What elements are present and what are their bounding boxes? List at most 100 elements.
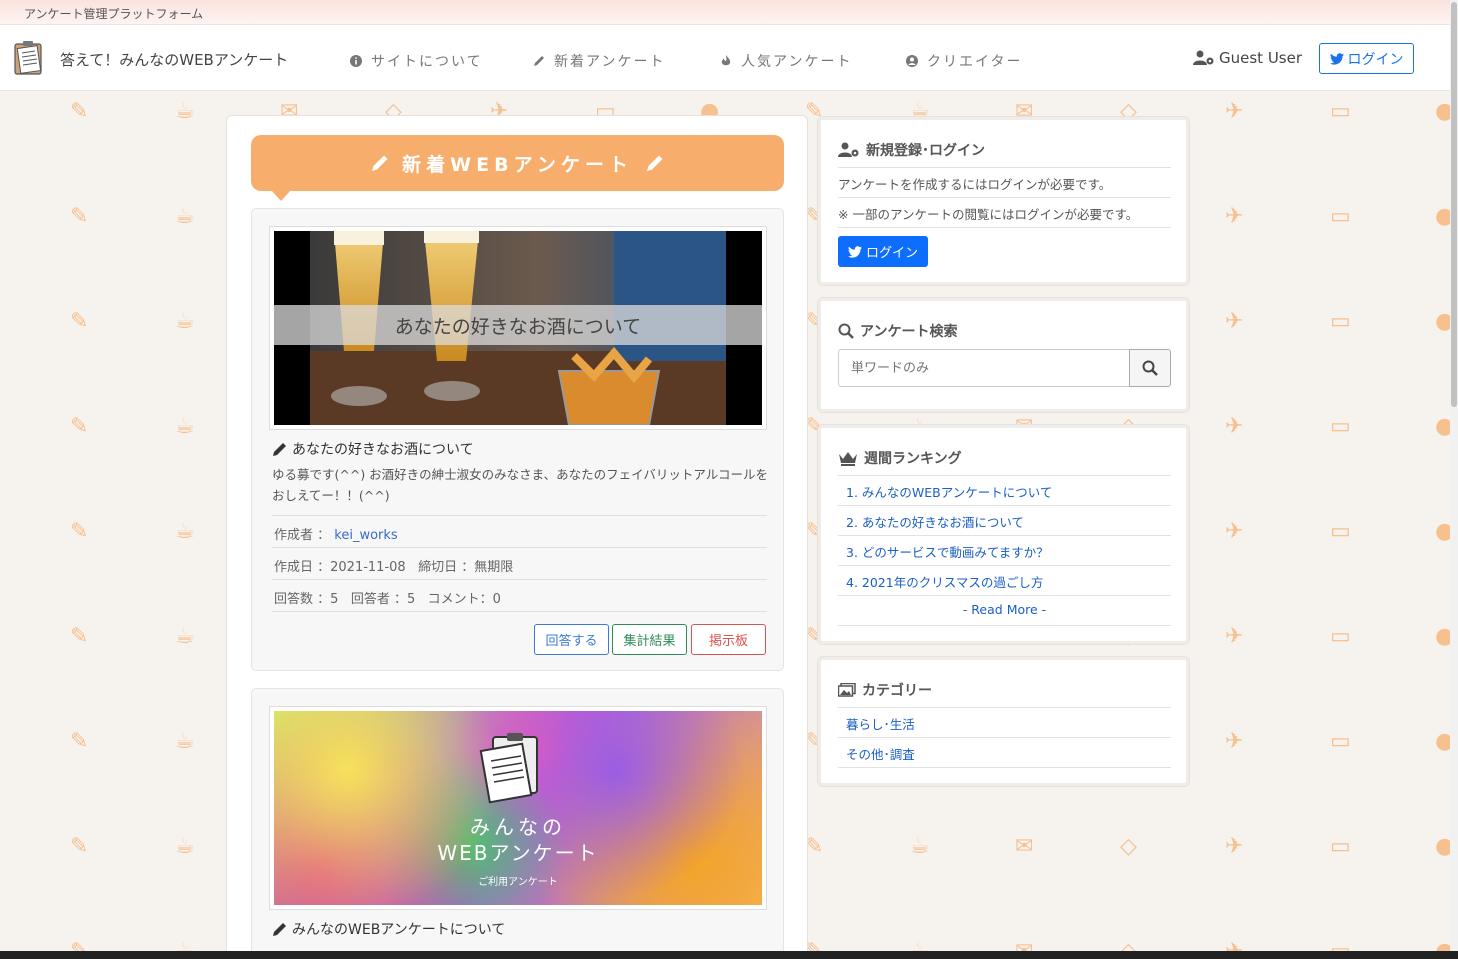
fire-icon xyxy=(721,55,731,66)
divider xyxy=(838,595,1171,596)
pattern-glyph: ✎ xyxy=(70,624,89,649)
sidebar-login-label: ログイン xyxy=(865,246,918,261)
survey-title[interactable]: みんなのWEBアンケートについて xyxy=(272,919,505,939)
nav-item-creators[interactable]: クリエイター xyxy=(905,51,1022,71)
search-icon xyxy=(838,323,854,339)
category-item[interactable]: その他･調査 xyxy=(846,744,915,763)
nav-item-label: クリエイター xyxy=(927,54,1023,70)
board-button[interactable]: 掲示板 xyxy=(691,624,766,655)
nav-item-label: サイトについて xyxy=(371,54,483,70)
user-cog-icon xyxy=(838,142,859,157)
pattern-glyph: ✈ xyxy=(1225,414,1244,439)
guest-user[interactable]: Guest User xyxy=(1193,49,1302,67)
ranking-box-title: 週間ランキング xyxy=(838,448,962,468)
nav-item-about[interactable]: サイトについて xyxy=(349,51,483,71)
answers-count: 5 xyxy=(330,592,339,607)
pattern-glyph: ☕ xyxy=(175,99,195,124)
crown-icon xyxy=(839,452,857,466)
sidebar-login-button[interactable]: ログイン xyxy=(838,236,928,267)
comments-count: 0 xyxy=(492,592,501,607)
author-link[interactable]: kei_works xyxy=(334,528,397,543)
meta-dates: 作成日 ：2021-11-08 締切日 ：無期限 xyxy=(272,547,767,579)
pattern-glyph: ▭ xyxy=(1330,204,1351,229)
pattern-glyph: ▭ xyxy=(1330,519,1351,544)
pattern-glyph: ✈ xyxy=(1225,309,1244,334)
pattern-glyph: ◇ xyxy=(1120,834,1137,859)
divider xyxy=(838,535,1171,536)
survey-card: みんなの WEBアンケート ご利用アンケート みんなのWEBアンケートについて xyxy=(251,688,784,959)
divider xyxy=(838,475,1171,476)
respondents-count: 5 xyxy=(406,592,416,607)
pattern-glyph: ✎ xyxy=(70,834,89,859)
ranking-box-title-text: 週間ランキング xyxy=(864,451,962,467)
login-note-2: ※ 一部のアンケートの閲覧にはログインが必要です。 xyxy=(838,207,1139,222)
pencil-icon xyxy=(273,923,286,936)
twitter-icon xyxy=(1329,52,1344,65)
ranking-item[interactable]: 2. あなたの好きなお酒について xyxy=(846,512,1024,531)
login-button-label: ログイン xyxy=(1347,51,1404,68)
pattern-glyph: ✈ xyxy=(1225,729,1244,754)
nav-item-label: 人気アンケート xyxy=(741,54,853,70)
user-circle-icon xyxy=(906,55,918,67)
top-strip: アンケート管理プラットフォーム xyxy=(0,0,1450,25)
search-button[interactable] xyxy=(1129,349,1171,387)
pattern-glyph: ✎ xyxy=(70,729,89,754)
answer-button[interactable]: 回答する xyxy=(534,624,609,655)
login-box-title: 新規登録･ログイン xyxy=(838,140,985,160)
thumbnail-line2: WEBアンケート xyxy=(437,841,599,865)
ranking-item[interactable]: 4. 2021年のクリスマスの過ごし方 xyxy=(846,572,1043,591)
login-box: 新規登録･ログイン アンケートを作成するにはログインが必要です。 ※ 一部のアン… xyxy=(817,116,1190,286)
pattern-glyph: ☕ xyxy=(175,834,195,859)
ranking-item[interactable]: 1. みんなのWEBアンケートについて xyxy=(846,482,1052,501)
pattern-glyph: ✈ xyxy=(1225,624,1244,649)
divider xyxy=(838,167,1171,168)
pattern-glyph: ☕ xyxy=(175,414,195,439)
results-button[interactable]: 集計結果 xyxy=(612,624,687,655)
ranking-item[interactable]: 3. どのサービスで動画みてますか？ xyxy=(846,542,1049,561)
search-box-title: アンケート検索 xyxy=(838,321,957,341)
comments-label: コメント： xyxy=(427,592,493,607)
survey-title-text: みんなのWEBアンケートについて xyxy=(292,922,506,938)
thumbnail-caption: あなたの好きなお酒について xyxy=(274,305,762,345)
login-box-title-text: 新規登録･ログイン xyxy=(866,143,985,159)
platform-title: アンケート管理プラットフォーム xyxy=(24,7,204,21)
deadline-value: 無期限 xyxy=(474,560,514,575)
pattern-glyph: ▭ xyxy=(1330,834,1351,859)
pattern-glyph: ✎ xyxy=(70,99,89,124)
main-column: 新着WEBアンケート あなたの好きなお酒について あなたの好きなお酒について ゆ… xyxy=(226,115,808,959)
info-icon xyxy=(350,55,362,67)
search-input[interactable] xyxy=(838,349,1130,387)
login-note-1: アンケートを作成するにはログインが必要です。 xyxy=(838,177,1112,192)
survey-thumbnail[interactable]: あなたの好きなお酒について xyxy=(269,226,767,430)
pencil-icon xyxy=(534,56,544,66)
pattern-glyph: ✎ xyxy=(70,519,89,544)
bottom-bar xyxy=(0,951,1458,959)
pattern-glyph: ☕ xyxy=(175,519,195,544)
pattern-glyph: ✎ xyxy=(70,309,89,334)
twitter-icon xyxy=(847,245,862,258)
answers-label: 回答数 ： xyxy=(274,592,331,607)
nav-item-popular[interactable]: 人気アンケート xyxy=(719,51,852,71)
nav-item-label: 新着アンケート xyxy=(554,54,666,70)
pattern-glyph: ▭ xyxy=(1330,309,1351,334)
search-box-title-text: アンケート検索 xyxy=(860,324,958,340)
survey-title[interactable]: あなたの好きなお酒について xyxy=(272,439,474,459)
survey-card: あなたの好きなお酒について あなたの好きなお酒について ゆる募です(^^) お酒… xyxy=(251,208,784,671)
clipboard-logo-icon[interactable] xyxy=(11,38,51,78)
nav-item-new[interactable]: 新着アンケート xyxy=(532,51,665,71)
pattern-glyph: ▭ xyxy=(1330,729,1351,754)
category-box: カテゴリー 暮らし･生活 その他･調査 xyxy=(817,656,1190,787)
search-box: アンケート検索 xyxy=(817,297,1190,413)
divider xyxy=(838,227,1171,228)
scrollbar-thumb[interactable] xyxy=(1451,2,1457,407)
pattern-glyph: ✎ xyxy=(70,204,89,229)
category-item[interactable]: 暮らし･生活 xyxy=(846,714,915,733)
brand-title[interactable]: 答えて！みんなのWEBアンケート xyxy=(60,49,288,70)
read-more-link[interactable]: - Read More - xyxy=(838,602,1171,617)
login-button[interactable]: ログイン xyxy=(1319,43,1414,74)
images-icon xyxy=(838,683,856,697)
meta-author: 作成者 ： kei_works xyxy=(272,515,767,547)
pattern-glyph: ✈ xyxy=(1225,519,1244,544)
survey-thumbnail[interactable]: みんなの WEBアンケート ご利用アンケート xyxy=(269,706,767,910)
search-icon xyxy=(1142,360,1158,376)
